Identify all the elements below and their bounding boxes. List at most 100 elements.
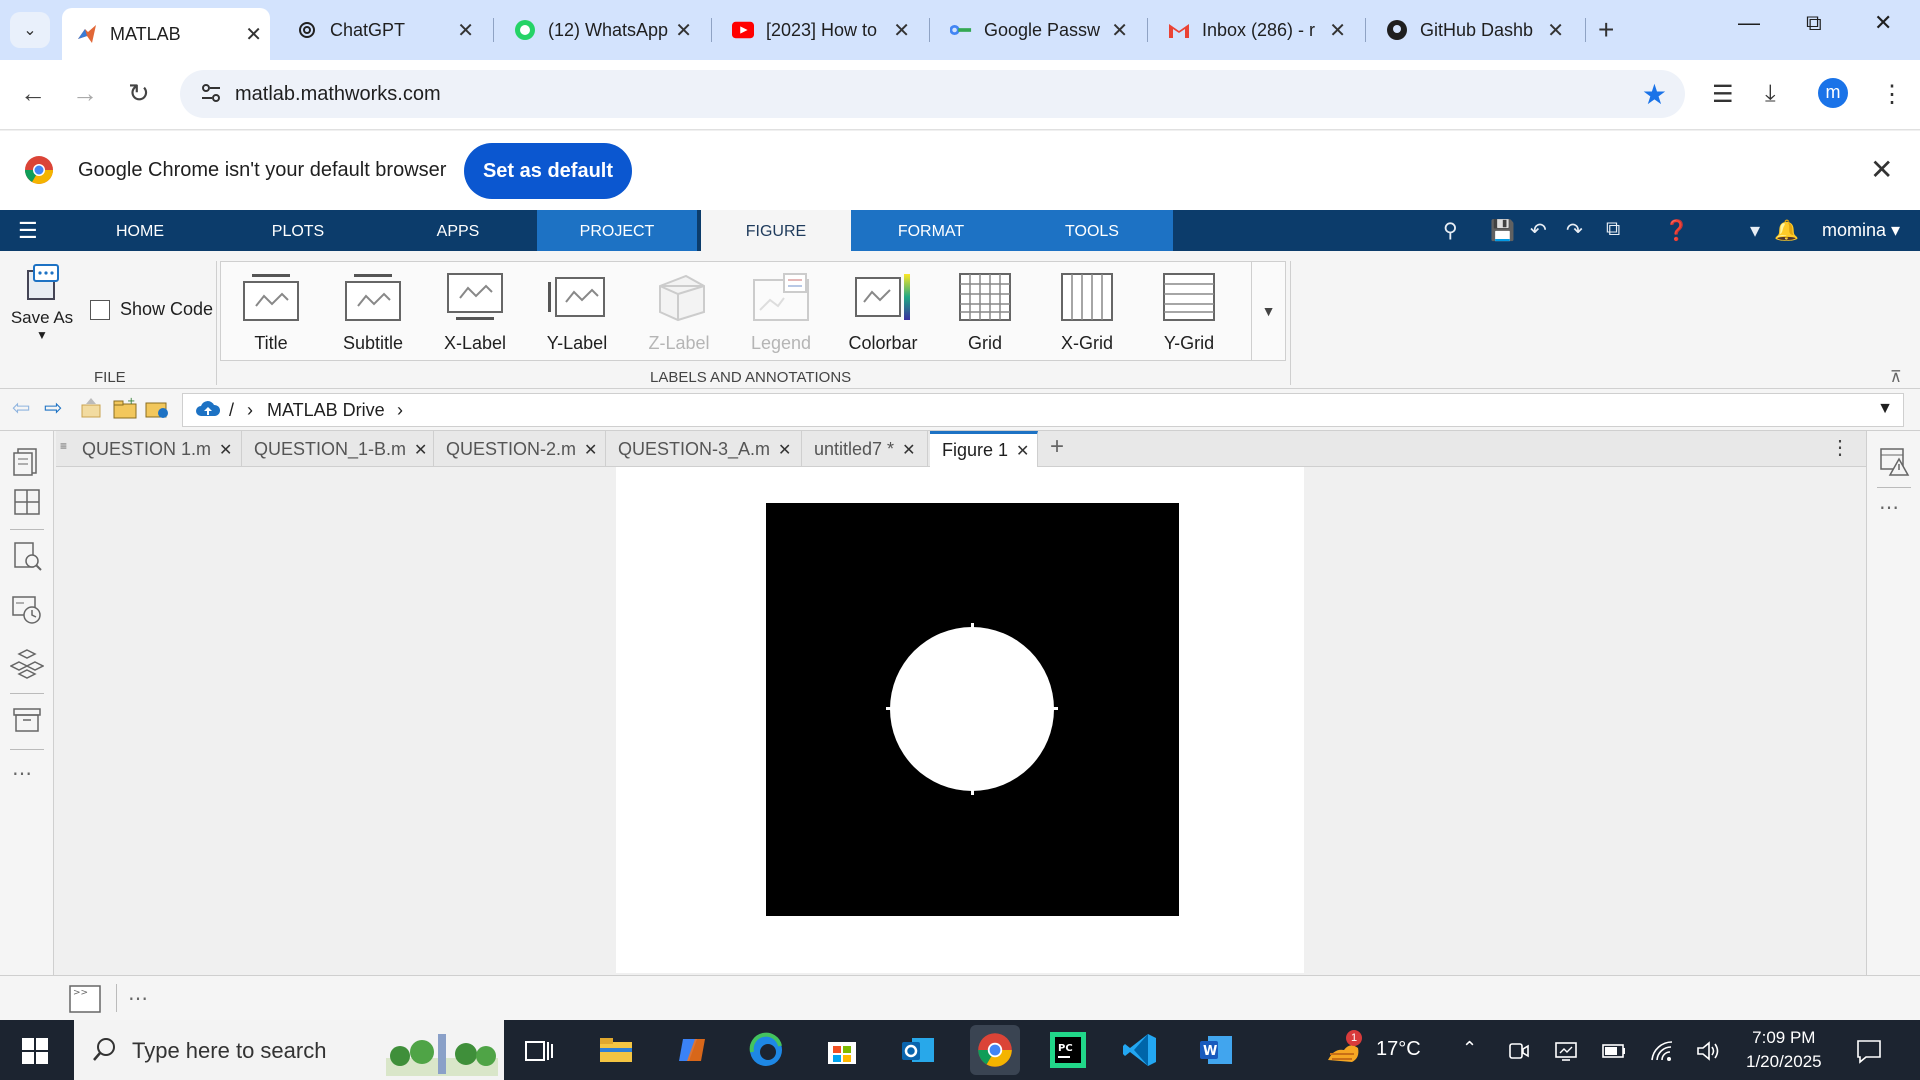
display-icon[interactable] — [1554, 1040, 1578, 1062]
tab-grip-icon[interactable]: ≡ — [60, 439, 67, 453]
path-box[interactable]: / › MATLAB Drive › ▼ — [182, 393, 1904, 427]
subtitle-button[interactable]: Subtitle — [323, 262, 423, 362]
folder-back-icon[interactable]: ⇦ — [12, 395, 30, 421]
back-arrow-icon[interactable]: ← — [20, 78, 46, 109]
path-root[interactable]: / — [229, 400, 234, 421]
doc-tab-untitled7[interactable]: untitled7 * ✕ — [802, 431, 928, 467]
tab-plots[interactable]: PLOTS — [238, 210, 358, 251]
save-as-button[interactable]: Save As ▼ — [10, 263, 74, 342]
tab-figure[interactable]: FIGURE — [701, 210, 851, 251]
collapse-toolstrip-icon[interactable]: ⊼ — [1890, 367, 1902, 387]
workspace-panel-icon[interactable] — [10, 485, 44, 519]
system-clock[interactable]: 7:09 PM 1/20/2025 — [1746, 1026, 1822, 1074]
window-close-icon[interactable]: ✕ — [1874, 10, 1892, 36]
close-tab-icon[interactable]: ✕ — [675, 18, 692, 43]
tab-options-icon[interactable]: ⋮ — [1830, 435, 1850, 460]
doc-tab-figure-1[interactable]: Figure 1 ✕ — [930, 431, 1038, 467]
y-grid-button[interactable]: Y-Grid — [1139, 262, 1239, 362]
set-as-default-button[interactable]: Set as default — [464, 143, 632, 199]
more-panels-icon[interactable]: ⋯ — [1879, 495, 1899, 520]
more-menu-icon[interactable]: ⋮ — [1880, 80, 1904, 109]
x-label-button[interactable]: X-Label — [425, 262, 525, 362]
download-icon[interactable]: ⤓ — [1765, 80, 1776, 108]
copilot-icon[interactable] — [672, 1030, 712, 1070]
more-panels-icon[interactable]: ⋯ — [12, 761, 33, 786]
chrome-taskbar-icon[interactable] — [970, 1025, 1020, 1075]
outlook-icon[interactable] — [898, 1030, 938, 1070]
more-icon[interactable]: ⋯ — [128, 986, 148, 1011]
taskbar-search-box[interactable]: Type here to search — [74, 1020, 504, 1080]
browser-tab-youtube[interactable]: [2023] How to ✕ — [718, 10, 918, 50]
browser-tab-chatgpt[interactable]: ChatGPT ✕ — [282, 10, 482, 50]
tab-home[interactable]: HOME — [80, 210, 200, 251]
switch-windows-icon[interactable]: ⧉ — [1606, 218, 1620, 241]
tab-format[interactable]: FORMAT — [851, 210, 1011, 251]
browser-tab-github[interactable]: GitHub Dashb ✕ — [1372, 10, 1572, 50]
close-tab-icon[interactable]: ✕ — [219, 442, 232, 459]
undo-icon[interactable]: ↶ — [1530, 218, 1547, 243]
tab-project[interactable]: PROJECT — [537, 210, 697, 251]
add-ons-icon[interactable] — [10, 647, 44, 681]
archive-icon[interactable] — [10, 703, 44, 737]
redo-icon[interactable]: ↷ — [1566, 218, 1583, 243]
edge-browser-icon[interactable] — [746, 1030, 786, 1070]
word-icon[interactable]: W — [1196, 1030, 1236, 1070]
doc-tab-question-1[interactable]: QUESTION 1.m ✕ — [70, 431, 242, 467]
bookmark-star-icon[interactable]: ★ — [1642, 78, 1667, 111]
browse-folder-icon[interactable] — [144, 397, 170, 426]
file-explorer-icon[interactable] — [596, 1030, 636, 1070]
close-tab-icon[interactable]: ✕ — [1547, 18, 1564, 43]
browser-tab-gmail[interactable]: Inbox (286) - r ✕ — [1154, 10, 1354, 50]
browser-tab-whatsapp[interactable]: (12) WhatsApp ✕ — [500, 10, 700, 50]
show-hidden-icons-icon[interactable]: ⌃ — [1462, 1038, 1477, 1059]
command-history-icon[interactable] — [10, 593, 44, 627]
save-as-dropdown-icon[interactable]: ▼ — [10, 328, 74, 342]
z-label-button[interactable]: Z-Label — [629, 262, 729, 362]
checkbox-box[interactable] — [90, 299, 110, 320]
doc-tab-question-1-b[interactable]: QUESTION_1-B.m ✕ — [242, 431, 434, 467]
figure-1-window[interactable] — [616, 467, 1304, 973]
binary-image-axes[interactable] — [766, 503, 1179, 916]
notification-bell-icon[interactable]: 🔔 — [1774, 218, 1799, 243]
meet-now-icon[interactable] — [1508, 1040, 1530, 1062]
files-panel-icon[interactable] — [10, 445, 44, 479]
new-folder-icon[interactable]: + — [112, 395, 138, 426]
close-tab-icon[interactable]: ✕ — [1329, 18, 1346, 43]
command-window-icon[interactable]: >> — [68, 982, 102, 1014]
folder-forward-icon[interactable]: ⇨ — [44, 395, 62, 421]
user-menu[interactable]: momina ▾ — [1822, 220, 1900, 241]
volume-icon[interactable] — [1696, 1040, 1720, 1062]
notification-center-icon[interactable] — [1856, 1038, 1882, 1064]
wifi-icon[interactable] — [1650, 1040, 1674, 1062]
forward-arrow-icon[interactable]: → — [72, 78, 98, 109]
property-inspector-icon[interactable] — [1877, 445, 1911, 479]
close-tab-icon[interactable]: ✕ — [1111, 18, 1128, 43]
title-button[interactable]: Title — [221, 262, 321, 362]
windows-start-icon[interactable] — [22, 1038, 48, 1064]
tab-search-button[interactable]: ⌄ — [10, 12, 50, 48]
pycharm-icon[interactable]: PC — [1048, 1030, 1088, 1070]
close-tab-icon[interactable]: ✕ — [902, 442, 915, 459]
close-tab-icon[interactable]: ✕ — [414, 442, 427, 459]
reload-icon[interactable]: ↻ — [128, 78, 150, 109]
task-view-icon[interactable] — [524, 1036, 554, 1066]
tab-apps[interactable]: APPS — [398, 210, 518, 251]
new-tab-plus-icon[interactable]: + — [1598, 14, 1614, 46]
vscode-icon[interactable] — [1120, 1030, 1160, 1070]
show-code-checkbox[interactable]: Show Code — [90, 299, 213, 320]
path-dropdown-icon[interactable]: ▼ — [1877, 400, 1893, 418]
y-label-button[interactable]: Y-Label — [527, 262, 627, 362]
infobar-close-icon[interactable]: ✕ — [1870, 153, 1893, 186]
gallery-expand-icon[interactable]: ▼ — [1251, 262, 1285, 360]
add-tab-plus-icon[interactable]: + — [1050, 433, 1064, 461]
quick-access-dropdown-icon[interactable]: ▾ — [1750, 218, 1760, 243]
search-icon[interactable]: ⚲ — [1443, 218, 1458, 243]
minimize-icon[interactable]: — — [1738, 10, 1760, 36]
microsoft-store-icon[interactable] — [822, 1030, 862, 1070]
reading-list-icon[interactable]: ☰ — [1712, 80, 1734, 109]
doc-tab-question-2[interactable]: QUESTION-2.m ✕ — [434, 431, 606, 467]
grid-button[interactable]: Grid — [935, 262, 1035, 362]
doc-tab-question-3-a[interactable]: QUESTION-3_A.m ✕ — [606, 431, 802, 467]
help-icon[interactable]: ❓ — [1664, 218, 1689, 243]
browser-tab-google-passwords[interactable]: Google Passw ✕ — [936, 10, 1136, 50]
